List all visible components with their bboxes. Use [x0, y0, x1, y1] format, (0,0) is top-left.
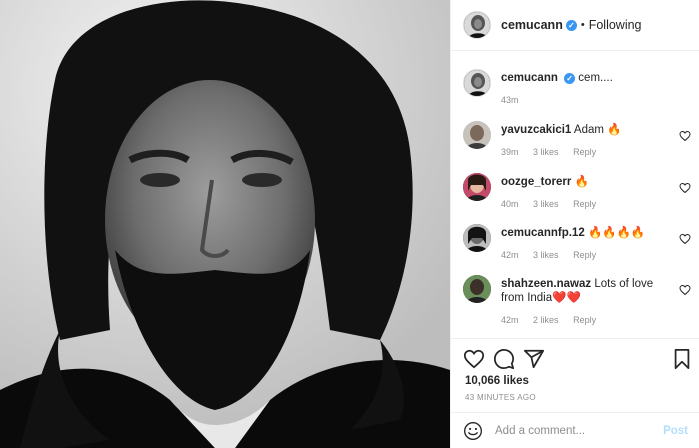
- heart-icon[interactable]: [679, 130, 691, 142]
- share-icon[interactable]: [523, 348, 545, 370]
- heart-icon[interactable]: [679, 284, 691, 296]
- comment-input[interactable]: Add a comment...: [495, 425, 663, 437]
- comment-item: yavuzcakici1 Adam 🔥 39m 3 likes Reply: [463, 121, 691, 163]
- comment-time[interactable]: 40m: [501, 199, 519, 209]
- portrait-image: [0, 0, 450, 448]
- verified-badge-icon: ✓: [564, 73, 576, 84]
- comment-likes[interactable]: 3 likes: [533, 199, 559, 209]
- caption-text: cem....: [578, 72, 613, 84]
- comment-username[interactable]: shahzeen.nawaz: [501, 278, 591, 290]
- heart-icon[interactable]: [679, 182, 691, 194]
- commenter-avatar[interactable]: [463, 173, 491, 201]
- author-avatar[interactable]: [463, 69, 491, 97]
- author-username[interactable]: cemucann: [501, 18, 563, 32]
- commenter-avatar[interactable]: [463, 275, 491, 303]
- comment-text: 🔥: [574, 176, 589, 188]
- commenter-avatar[interactable]: [463, 224, 491, 252]
- comment-time[interactable]: 39m: [501, 147, 519, 157]
- post-photo[interactable]: [0, 0, 450, 448]
- post-actions: 10,066 likes 43 MINUTES AGO: [451, 338, 699, 412]
- post-header: cemucann ✓ • Following: [451, 0, 699, 51]
- comments-list[interactable]: cemucann ✓ cem.... 43m yavuzcakici1 Adam…: [451, 52, 699, 338]
- reply-button[interactable]: Reply: [573, 250, 596, 260]
- likes-count[interactable]: 10,066 likes: [465, 375, 529, 387]
- comment-text: 🔥🔥🔥🔥: [587, 227, 646, 239]
- reply-button[interactable]: Reply: [573, 199, 596, 209]
- comment-item: cemucannfp.12 🔥🔥🔥🔥 42m 3 likes Reply: [463, 224, 691, 266]
- comment-text: Adam 🔥: [573, 124, 622, 136]
- emoji-icon[interactable]: [463, 421, 483, 441]
- comment-likes[interactable]: 3 likes: [533, 250, 559, 260]
- post-side-panel: cemucann ✓ • Following cemucann ✓ cem...…: [450, 0, 699, 448]
- verified-badge-icon: ✓: [565, 19, 577, 31]
- comment-username[interactable]: cemucannfp.12: [501, 227, 585, 239]
- comment-likes[interactable]: 2 likes: [533, 315, 559, 325]
- separator-dot: •: [580, 19, 585, 31]
- caption-username[interactable]: cemucann: [501, 72, 558, 84]
- comment-username[interactable]: oozge_torerr: [501, 176, 571, 188]
- caption: cemucann ✓ cem.... 43m: [463, 69, 691, 109]
- post-comment-button[interactable]: Post: [663, 425, 688, 437]
- following-button[interactable]: Following: [589, 18, 642, 32]
- caption-time[interactable]: 43m: [501, 95, 519, 105]
- post-time-ago[interactable]: 43 MINUTES AGO: [465, 393, 536, 402]
- heart-icon[interactable]: [679, 233, 691, 245]
- comment-item: shahzeen.nawaz Lots of love from India❤️…: [463, 275, 691, 333]
- comment-username[interactable]: yavuzcakici1: [501, 124, 571, 136]
- reply-button[interactable]: Reply: [573, 147, 596, 157]
- comment-likes[interactable]: 3 likes: [533, 147, 559, 157]
- comment-icon[interactable]: [493, 348, 515, 370]
- comment-time[interactable]: 42m: [501, 315, 519, 325]
- heart-icon[interactable]: [463, 348, 485, 370]
- comment-time[interactable]: 42m: [501, 250, 519, 260]
- author-avatar[interactable]: [463, 11, 491, 39]
- add-comment-bar: Add a comment... Post: [451, 412, 699, 448]
- reply-button[interactable]: Reply: [573, 315, 596, 325]
- bookmark-icon[interactable]: [671, 348, 693, 370]
- comment-item: oozge_torerr 🔥 40m 3 likes Reply: [463, 173, 691, 215]
- commenter-avatar[interactable]: [463, 121, 491, 149]
